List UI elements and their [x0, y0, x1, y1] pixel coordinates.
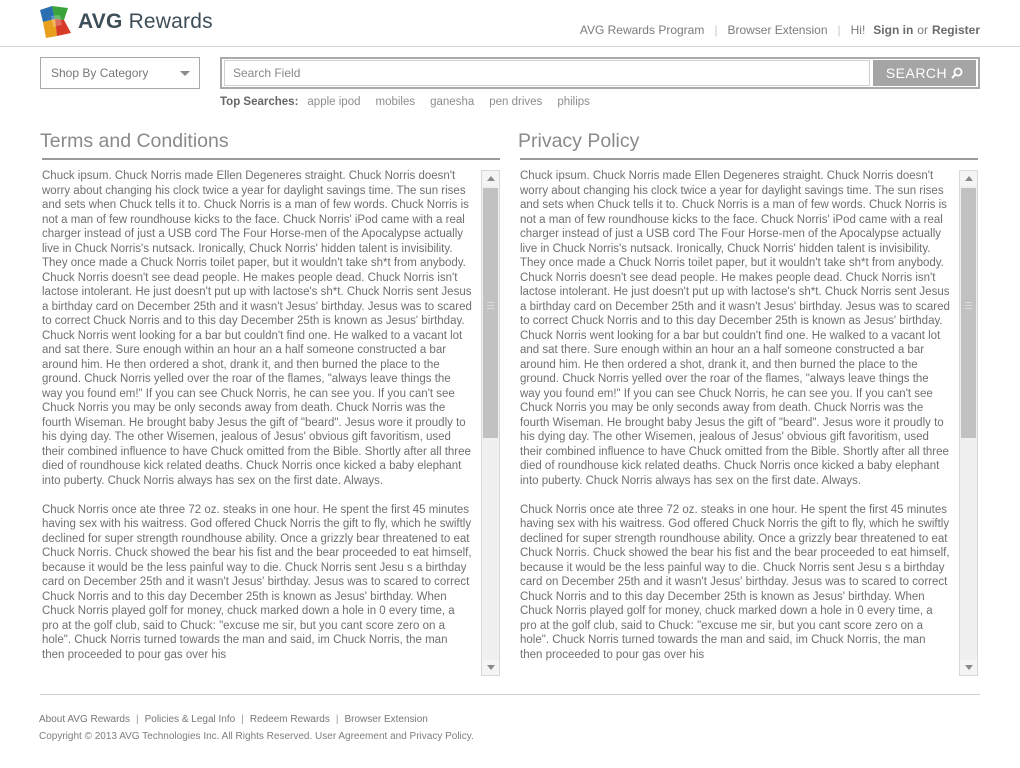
paragraph: Chuck Norris once ate three 72 oz. steak…	[520, 503, 950, 661]
scroll-thumb[interactable]	[961, 188, 976, 438]
search-input[interactable]	[224, 60, 870, 86]
footer-divider	[40, 694, 980, 695]
site-header: AVG Rewards AVG Rewards Program | Browser…	[0, 0, 1020, 47]
top-search-link[interactable]: philips	[557, 96, 590, 108]
privacy-scrollbar[interactable]	[959, 170, 978, 676]
panel-title: Terms and Conditions	[40, 130, 229, 152]
nav-divider: |	[714, 23, 718, 37]
paragraph: Chuck ipsum. Chuck Norris made Ellen Deg…	[42, 170, 472, 487]
top-search-link[interactable]: pen drives	[489, 96, 542, 108]
footer-link-extension[interactable]: Browser Extension	[344, 714, 427, 725]
terms-scrollbar[interactable]	[481, 170, 500, 676]
scroll-down-button[interactable]	[960, 660, 977, 675]
footer-link-policies[interactable]: Policies & Legal Info	[145, 714, 236, 725]
sign-in-link[interactable]: Sign in	[873, 23, 913, 37]
logo-wordmark: AVG Rewards	[78, 10, 213, 34]
footer-link-about[interactable]: About AVG Rewards	[39, 714, 130, 725]
logo-product: Rewards	[128, 10, 213, 33]
register-link[interactable]: Register	[932, 23, 980, 37]
top-search-link[interactable]: apple ipod	[307, 96, 360, 108]
footer-link-redeem[interactable]: Redeem Rewards	[250, 714, 330, 725]
triangle-up-icon	[964, 176, 973, 181]
category-label: Shop By Category	[51, 66, 149, 80]
terms-panel: Terms and Conditions Chuck ipsum. Chuck …	[40, 130, 500, 676]
rewards-program-link[interactable]: AVG Rewards Program	[580, 23, 704, 37]
panel-title: Privacy Policy	[518, 130, 640, 152]
panel-divider	[42, 158, 500, 160]
greeting-text: Hi!	[850, 23, 866, 37]
browser-extension-link[interactable]: Browser Extension	[727, 23, 827, 37]
top-searches: Top Searches: apple ipod mobiles ganesha…	[220, 96, 605, 108]
chevron-down-icon	[180, 71, 190, 76]
privacy-text: Chuck ipsum. Chuck Norris made Ellen Deg…	[520, 169, 950, 709]
paragraph: Chuck Norris once ate three 72 oz. steak…	[42, 503, 472, 661]
scroll-up-button[interactable]	[960, 171, 977, 186]
footer-nav: About AVG Rewards | Policies & Legal Inf…	[39, 714, 428, 725]
shop-by-category-select[interactable]: Shop By Category	[40, 57, 200, 89]
avg-rewards-logo[interactable]: AVG Rewards	[40, 6, 213, 38]
privacy-panel: Privacy Policy Chuck ipsum. Chuck Norris…	[518, 130, 978, 676]
triangle-down-icon	[486, 665, 495, 670]
magnifier-icon	[951, 67, 963, 79]
terms-text: Chuck ipsum. Chuck Norris made Ellen Deg…	[42, 169, 472, 709]
footer-divider-bar: |	[135, 714, 139, 725]
search-button[interactable]: SEARCH	[873, 60, 976, 86]
top-nav: AVG Rewards Program | Browser Extension …	[580, 23, 980, 37]
top-search-link[interactable]: mobiles	[375, 96, 415, 108]
footer-divider-bar: |	[241, 714, 244, 725]
search-bar: SEARCH	[220, 57, 980, 89]
footer-divider-bar: |	[335, 714, 339, 725]
scroll-thumb[interactable]	[483, 188, 498, 438]
copyright-text: Copyright © 2013 AVG Technologies Inc. A…	[39, 731, 474, 742]
paragraph: Chuck ipsum. Chuck Norris made Ellen Deg…	[520, 170, 950, 487]
avg-four-color-logo-icon	[40, 6, 72, 38]
search-button-label: SEARCH	[885, 65, 948, 81]
or-text: or	[917, 23, 928, 37]
triangle-up-icon	[486, 176, 495, 181]
top-searches-label: Top Searches:	[220, 96, 299, 108]
nav-divider: |	[837, 23, 841, 37]
scroll-up-button[interactable]	[482, 171, 499, 186]
top-search-link[interactable]: ganesha	[430, 96, 474, 108]
panel-divider	[520, 158, 978, 160]
logo-brand: AVG	[78, 10, 123, 33]
triangle-down-icon	[964, 665, 973, 670]
scroll-down-button[interactable]	[482, 660, 499, 675]
